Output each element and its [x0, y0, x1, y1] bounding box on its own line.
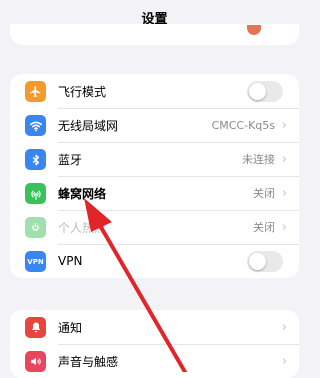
- wifi-network-value: CMCC-Kq5s: [211, 118, 275, 132]
- chevron-right-icon: ›: [281, 151, 287, 167]
- airplane-mode-label: 飞行模式: [58, 84, 107, 99]
- badge-dot: [247, 25, 261, 35]
- notifications-label: 通知: [58, 320, 83, 335]
- vpn-icon: VPN: [25, 251, 46, 272]
- airplane-mode-toggle[interactable]: [247, 81, 283, 102]
- bluetooth-label: 蓝牙: [58, 152, 83, 167]
- hotspot-status-value: 关闭: [253, 221, 275, 234]
- chevron-right-icon: ›: [281, 185, 287, 201]
- vpn-icon-text: VPN: [27, 257, 44, 266]
- vpn-row[interactable]: VPN VPN: [10, 244, 299, 278]
- network-settings-group: 飞行模式 无线局域网 CMCC-Kq5s › 蓝牙 未连接 › 蜂窝网络 关闭 …: [10, 74, 299, 278]
- cellular-row[interactable]: 蜂窝网络 关闭 ›: [10, 176, 299, 210]
- notifications-settings-group: 通知 › 声音与触感 ›: [10, 310, 299, 378]
- sounds-label: 声音与触感: [58, 354, 119, 369]
- bluetooth-status-value: 未连接: [242, 153, 275, 166]
- notification-bell-icon: [25, 317, 46, 338]
- chevron-right-icon: ›: [281, 319, 287, 335]
- sounds-row[interactable]: 声音与触感 ›: [10, 344, 299, 378]
- hotspot-label: 个人热点: [58, 220, 107, 235]
- cellular-status-value: 关闭: [253, 187, 275, 200]
- cellular-antenna-icon: [25, 183, 46, 204]
- bluetooth-row[interactable]: 蓝牙 未连接 ›: [10, 142, 299, 176]
- notifications-row[interactable]: 通知 ›: [10, 310, 299, 344]
- speaker-icon: [25, 351, 46, 372]
- wifi-label: 无线局域网: [58, 118, 119, 133]
- vpn-toggle[interactable]: [247, 251, 283, 272]
- wifi-row[interactable]: 无线局域网 CMCC-Kq5s ›: [10, 108, 299, 142]
- hotspot-icon: [25, 217, 46, 238]
- airplane-icon: [25, 81, 46, 102]
- bluetooth-icon: [25, 149, 46, 170]
- previous-group-remnant: [10, 24, 299, 45]
- chevron-right-icon: ›: [281, 219, 287, 235]
- wifi-icon: [25, 115, 46, 136]
- chevron-right-icon: ›: [281, 353, 287, 369]
- hotspot-row[interactable]: 个人热点 关闭 ›: [10, 210, 299, 244]
- airplane-mode-row[interactable]: 飞行模式: [10, 74, 299, 108]
- chevron-right-icon: ›: [281, 117, 287, 133]
- vpn-label: VPN: [58, 254, 83, 268]
- cellular-label: 蜂窝网络: [58, 186, 107, 201]
